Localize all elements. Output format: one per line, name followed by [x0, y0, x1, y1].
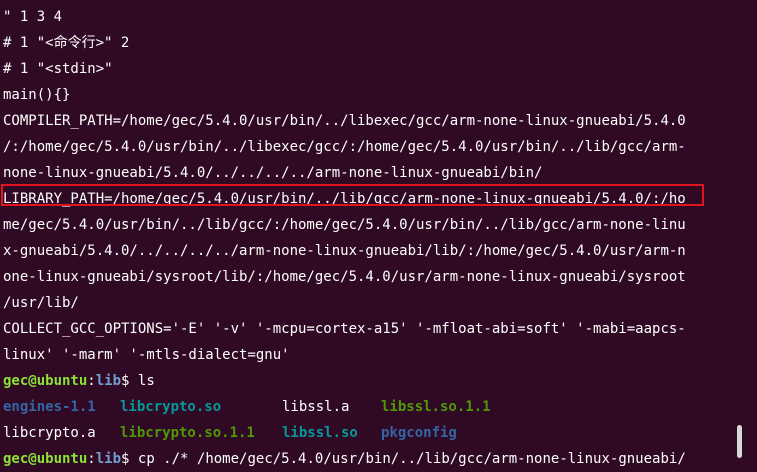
prompt-path: lib	[95, 451, 122, 467]
ls-entry-file: libssl.a	[282, 399, 350, 415]
output-line: /:/home/gec/5.4.0/usr/bin/../libexec/gcc…	[3, 139, 686, 155]
output-line: /usr/lib/	[3, 295, 79, 311]
library-path-highlight	[1, 184, 704, 206]
prompt-dollar: $	[121, 451, 138, 467]
prompt-line-cp[interactable]: gec@ubuntu:lib$ cp ./* /home/gec/5.4.0/u…	[3, 446, 733, 472]
ls-entry-symlink: libssl.so	[282, 425, 358, 441]
output-line: one-linux-gnueabi/sysroot/lib/:/home/gec…	[3, 269, 686, 285]
prompt-path: lib	[95, 373, 122, 389]
command-input[interactable]: cp ./* /home/gec/5.4.0/usr/bin/../lib/gc…	[138, 451, 686, 467]
ls-entry-symlink: libcrypto.so	[120, 399, 222, 415]
prompt-separator: :	[87, 373, 96, 389]
output-line: linux' '-marm' '-mtls-dialect=gnu'	[3, 347, 290, 363]
output-line: me/gec/5.4.0/usr/bin/../lib/gcc/:/home/g…	[3, 217, 686, 233]
ls-entry-directory: pkgconfig	[381, 425, 457, 441]
ls-output-row: libcrypto.a libcrypto.so.1.1 libssl.so pkgc…	[3, 420, 733, 446]
output-line: " 1 3 4	[3, 9, 63, 25]
output-line: COMPILER_PATH=/home/gec/5.4.0/usr/bin/..…	[3, 113, 686, 129]
prompt-separator: :	[87, 451, 96, 467]
ls-output-row: engines-1.1 libcrypto.so libssl.a libssl.so…	[3, 394, 733, 420]
output-line: x-gnueabi/5.4.0/../../../../arm-none-lin…	[3, 243, 686, 259]
prompt-line-ls: gec@ubuntu:lib$ ls	[3, 368, 733, 394]
command-text: ls	[137, 373, 155, 389]
scrollbar-thumb[interactable]	[737, 425, 742, 458]
prompt-user: gec@ubuntu	[3, 373, 88, 389]
ls-entry-executable: libcrypto.so.1.1	[120, 425, 255, 441]
ls-entry-directory: engines-1.1	[3, 399, 96, 415]
ls-entry-executable: libssl.so.1.1	[381, 399, 491, 415]
terminal-output: " 1 3 4 # 1 "<命令行>" 2 # 1 "<stdin>" main…	[3, 4, 733, 472]
terminal-window[interactable]: " 1 3 4 # 1 "<命令行>" 2 # 1 "<stdin>" main…	[0, 0, 757, 472]
ls-entry-file: libcrypto.a	[3, 425, 96, 441]
output-line: COLLECT_GCC_OPTIONS='-E' '-v' '-mcpu=cor…	[3, 321, 686, 337]
prompt-user: gec@ubuntu	[3, 451, 88, 467]
output-line: # 1 "<stdin>"	[3, 61, 113, 77]
prompt-dollar: $	[121, 373, 138, 389]
output-line: # 1 "<命令行>" 2	[3, 35, 130, 51]
output-line: none-linux-gnueabi/5.4.0/../../../../arm…	[3, 165, 543, 181]
output-line: main(){}	[3, 87, 71, 103]
